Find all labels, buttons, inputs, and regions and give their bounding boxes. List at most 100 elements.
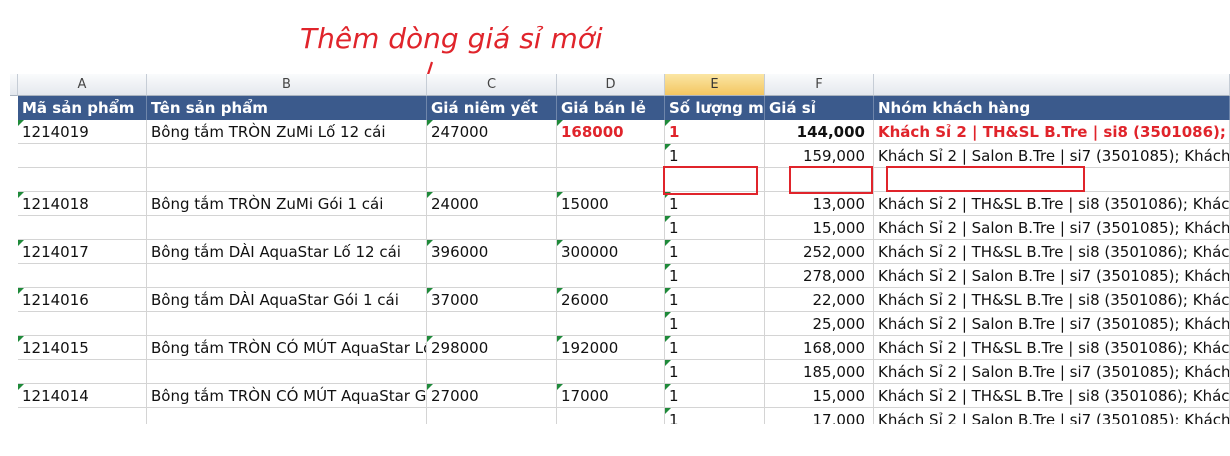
cell-col-b[interactable]	[147, 264, 427, 288]
select-all-corner[interactable]	[10, 74, 18, 96]
cell-col-b[interactable]	[147, 144, 427, 168]
column-header-col-a[interactable]: A	[18, 74, 147, 96]
cell-col-c[interactable]: 24000	[427, 192, 557, 216]
cell-col-e[interactable]: 1	[665, 312, 765, 336]
cell-col-e[interactable]: 1	[665, 144, 765, 168]
cell-col-c[interactable]	[427, 312, 557, 336]
field-header-col-a[interactable]: Mã sản phẩm	[18, 96, 147, 120]
cell-col-f[interactable]: 144,000	[765, 120, 874, 144]
cell-col-f[interactable]: 25,000	[765, 312, 874, 336]
field-header-col-e[interactable]: Số lượng mu	[665, 96, 765, 120]
cell-col-e[interactable]: 1	[665, 336, 765, 360]
cell-col-f[interactable]: 13,000	[765, 192, 874, 216]
cell-col-f[interactable]: 252,000	[765, 240, 874, 264]
cell-col-e[interactable]: 1	[665, 288, 765, 312]
cell-col-b[interactable]: Bông tắm TRÒN ZuMi Lố 12 cái	[147, 120, 427, 144]
cell-col-d[interactable]	[557, 216, 665, 240]
cell-col-d[interactable]	[557, 312, 665, 336]
cell-col-c[interactable]	[427, 360, 557, 384]
cell-col-e[interactable]: 1	[665, 120, 765, 144]
cell-col-c[interactable]: 396000	[427, 240, 557, 264]
cell-col-f[interactable]: 22,000	[765, 288, 874, 312]
cell-col-c[interactable]	[427, 408, 557, 424]
cell-col-f[interactable]: 15,000	[765, 216, 874, 240]
cell-col-c[interactable]	[427, 264, 557, 288]
cell-col-b[interactable]	[147, 408, 427, 424]
cell-col-g[interactable]: Khách Sỉ 2 | TH&SL B.Tre | si8 (3501086)…	[874, 192, 1230, 216]
cell-col-b[interactable]	[147, 360, 427, 384]
cell-col-g[interactable]: Khách Sỉ 2 | TH&SL B.Tre | si8 (3501086)…	[874, 384, 1230, 408]
cell-col-g[interactable]: Khách Sỉ 2 | Salon B.Tre | si7 (3501085)…	[874, 408, 1230, 424]
cell-col-b[interactable]: Bông tắm DÀI AquaStar Gói 1 cái	[147, 288, 427, 312]
cell-col-d[interactable]	[557, 168, 665, 192]
cell-col-a[interactable]	[18, 168, 147, 192]
column-header-col-b[interactable]: B	[147, 74, 427, 96]
cell-col-e[interactable]: 1	[665, 192, 765, 216]
cell-col-g[interactable]: Khách Sỉ 2 | TH&SL B.Tre | si8 (3501086)…	[874, 288, 1230, 312]
cell-col-c[interactable]	[427, 216, 557, 240]
field-header-col-d[interactable]: Giá bán lẻ	[557, 96, 665, 120]
cell-col-e[interactable]: 1	[665, 360, 765, 384]
cell-col-d[interactable]	[557, 360, 665, 384]
cell-col-g[interactable]: Khách Sỉ 2 | TH&SL B.Tre | si8 (3501086)…	[874, 336, 1230, 360]
cell-col-b[interactable]: Bông tắm DÀI AquaStar Lố 12 cái	[147, 240, 427, 264]
cell-col-e[interactable]: 1	[665, 384, 765, 408]
cell-col-a[interactable]: 1214019	[18, 120, 147, 144]
column-header-col-g[interactable]	[874, 74, 1230, 96]
cell-col-d[interactable]: 17000	[557, 384, 665, 408]
cell-col-f[interactable]: 159,000	[765, 144, 874, 168]
cell-col-g[interactable]: Khách Sỉ 2 | Salon B.Tre | si7 (3501085)…	[874, 216, 1230, 240]
cell-col-g[interactable]: Khách Sỉ 2 | TH&SL B.Tre | si8 (3501086)…	[874, 240, 1230, 264]
cell-col-a[interactable]	[18, 144, 147, 168]
cell-col-g[interactable]: Khách Sỉ 2 | TH&SL B.Tre | si8 (3501086)…	[874, 120, 1230, 144]
cell-col-a[interactable]	[18, 216, 147, 240]
column-header-col-d[interactable]: D	[557, 74, 665, 96]
cell-col-e[interactable]: 1	[665, 216, 765, 240]
cell-col-g[interactable]: Khách Sỉ 2 | Salon B.Tre | si7 (3501085)…	[874, 264, 1230, 288]
cell-col-d[interactable]: 300000	[557, 240, 665, 264]
cell-col-a[interactable]	[18, 264, 147, 288]
cell-col-c[interactable]	[427, 168, 557, 192]
cell-col-g[interactable]: Khách Sỉ 2 | Salon B.Tre | si7 (3501085)…	[874, 144, 1230, 168]
cell-col-b[interactable]: Bông tắm TRÒN ZuMi Gói 1 cái	[147, 192, 427, 216]
cell-col-f[interactable]: 278,000	[765, 264, 874, 288]
cell-col-f[interactable]: 185,000	[765, 360, 874, 384]
cell-col-b[interactable]: Bông tắm TRÒN CÓ MÚT AquaStar Gó	[147, 384, 427, 408]
cell-col-a[interactable]: 1214014	[18, 384, 147, 408]
cell-col-d[interactable]: 192000	[557, 336, 665, 360]
column-header-col-e[interactable]: E	[665, 74, 765, 96]
column-header-col-f[interactable]: F	[765, 74, 874, 96]
cell-col-f[interactable]: 168,000	[765, 336, 874, 360]
field-header-col-g[interactable]: Nhóm khách hàng	[874, 96, 1230, 120]
cell-col-a[interactable]: 1214018	[18, 192, 147, 216]
cell-col-a[interactable]: 1214016	[18, 288, 147, 312]
field-header-col-c[interactable]: Giá niêm yết	[427, 96, 557, 120]
cell-col-d[interactable]: 15000	[557, 192, 665, 216]
cell-col-c[interactable]	[427, 144, 557, 168]
cell-col-b[interactable]: Bông tắm TRÒN CÓ MÚT AquaStar Lố	[147, 336, 427, 360]
cell-col-g[interactable]: Khách Sỉ 2 | Salon B.Tre | si7 (3501085)…	[874, 360, 1230, 384]
cell-col-a[interactable]	[18, 408, 147, 424]
cell-col-e[interactable]: 1	[665, 240, 765, 264]
cell-col-d[interactable]	[557, 408, 665, 424]
cell-col-d[interactable]: 168000	[557, 120, 665, 144]
cell-col-d[interactable]	[557, 144, 665, 168]
cell-col-d[interactable]	[557, 264, 665, 288]
column-header-col-c[interactable]: C	[427, 74, 557, 96]
cell-col-a[interactable]: 1214015	[18, 336, 147, 360]
cell-col-f[interactable]: 15,000	[765, 384, 874, 408]
cell-col-f[interactable]: 17,000	[765, 408, 874, 424]
cell-col-c[interactable]: 37000	[427, 288, 557, 312]
cell-col-d[interactable]: 26000	[557, 288, 665, 312]
cell-col-a[interactable]: 1214017	[18, 240, 147, 264]
cell-col-g[interactable]: Khách Sỉ 2 | Salon B.Tre | si7 (3501085)…	[874, 312, 1230, 336]
cell-col-b[interactable]	[147, 168, 427, 192]
cell-col-e[interactable]: 1	[665, 264, 765, 288]
spreadsheet[interactable]: ABCDEF Mã sản phẩm Tên sản phẩm Giá niêm y…	[10, 74, 1230, 424]
cell-col-c[interactable]: 27000	[427, 384, 557, 408]
cell-col-a[interactable]	[18, 312, 147, 336]
field-header-col-b[interactable]: Tên sản phẩm	[147, 96, 427, 120]
cell-col-b[interactable]	[147, 216, 427, 240]
cell-col-e[interactable]: 1	[665, 408, 765, 424]
cell-col-b[interactable]	[147, 312, 427, 336]
